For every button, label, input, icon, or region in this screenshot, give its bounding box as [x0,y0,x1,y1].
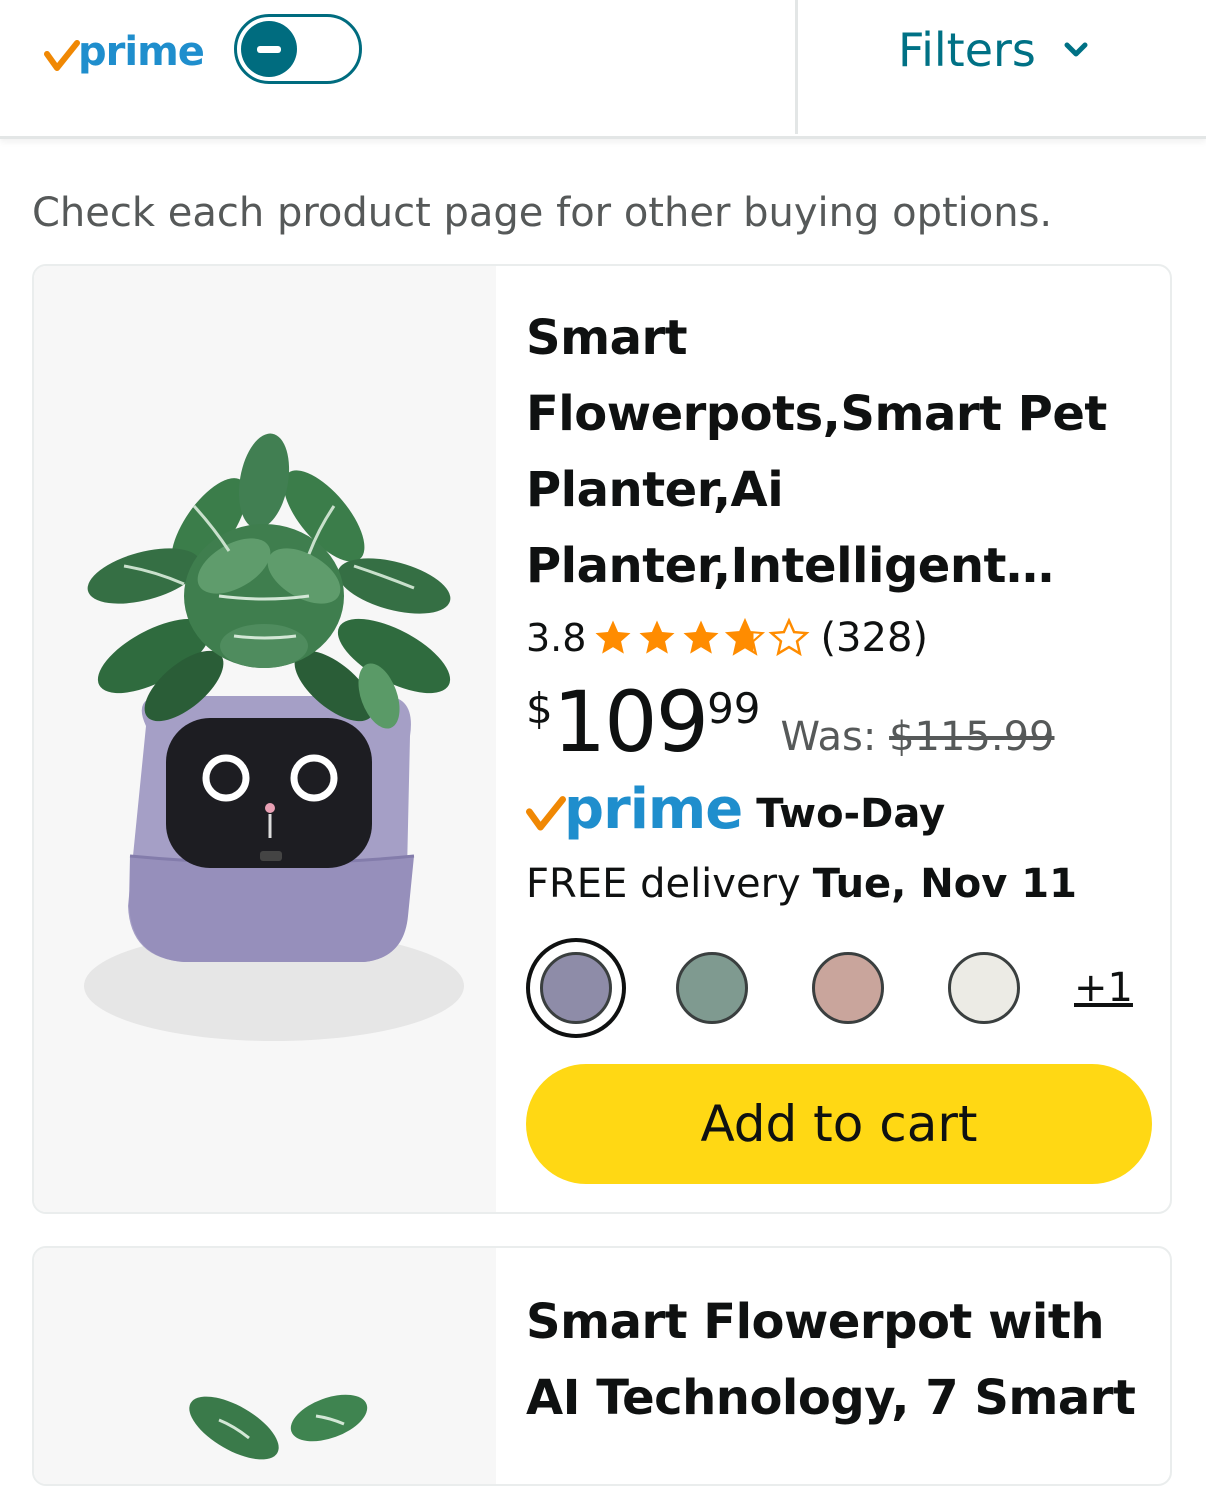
star-rating [592,617,812,659]
color-swatch[interactable] [798,938,898,1038]
product-title[interactable]: Smart Flowerpot with AI Technology, 7 Sm… [526,1248,1150,1436]
star-full-icon [683,620,719,654]
product-info: Smart Flowerpots,Smart Pet Planter,Ai Pl… [526,266,1152,1184]
plant-icon [189,1394,368,1460]
color-swatch[interactable] [934,938,1034,1038]
price-whole: 109 [552,673,709,771]
was-price: Was: $115.99 [781,714,1055,760]
color-swatches: +1 [526,938,1150,1038]
product-card[interactable]: Smart Flowerpot with AI Technology, 7 Sm… [32,1246,1172,1486]
add-to-cart-button[interactable]: Add to cart [526,1064,1152,1184]
prime-check-icon [526,796,566,831]
product-info: Smart Flowerpot with AI Technology, 7 Sm… [526,1248,1150,1436]
filters-button[interactable]: Filters [898,18,1090,82]
was-label: Was: [780,714,877,760]
color-swatch-selected[interactable] [526,938,626,1038]
toggle-minus-icon [241,21,297,77]
prime-toggle[interactable] [234,14,362,84]
delivery-label: FREE delivery [526,861,801,907]
star-empty-icon [768,617,810,657]
prime-shipping: prime Two-Day [526,774,1150,844]
rating-value: 3.8 [526,616,587,660]
plant-pot-icon [84,433,464,1041]
prime-check-icon [44,40,80,71]
shipping-speed: Two-Day [756,791,946,837]
buying-options-notice: Check each product page for other buying… [32,190,1053,236]
product-image[interactable] [34,1248,496,1484]
prime-logo: prime [44,26,205,78]
product-card[interactable]: Smart Flowerpots,Smart Pet Planter,Ai Pl… [32,264,1172,1214]
divider [795,0,798,134]
chevron-down-icon [1064,42,1088,57]
product-image[interactable] [34,266,496,1212]
price-symbol: $ [526,684,553,733]
delivery-date: Tue, Nov 11 [812,861,1077,907]
price: $ 109 99 Was: $115.99 [526,680,1150,768]
star-half-icon [725,617,766,656]
swatch-green [676,952,748,1024]
price-fraction: 99 [707,684,761,733]
delivery-info: FREE delivery Tue, Nov 11 [526,856,1150,912]
prime-label: prime [78,29,205,75]
original-price: $115.99 [889,714,1055,760]
prime-label: prime [564,776,743,842]
star-full-icon [639,620,675,654]
swatch-white [948,952,1020,1024]
swatch-purple [540,952,612,1024]
rating-count: (328) [820,615,928,661]
star-full-icon [595,620,631,654]
filters-label: Filters [898,23,1036,77]
color-swatch[interactable] [662,938,762,1038]
rating-row[interactable]: 3.8 (328) [526,610,1150,666]
product-title[interactable]: Smart Flowerpots,Smart Pet Planter,Ai Pl… [526,266,1150,604]
more-colors-link[interactable]: +1 [1074,965,1133,1011]
swatch-pink [812,952,884,1024]
top-filter-bar: prime Filters [0,0,1206,139]
